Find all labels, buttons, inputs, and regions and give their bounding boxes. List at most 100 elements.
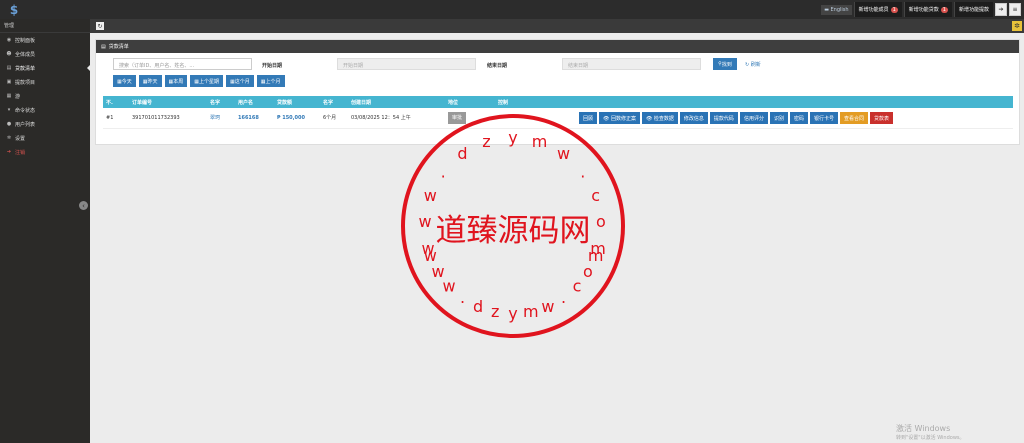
withdraw-code-button[interactable]: 提款代码 (709, 111, 738, 124)
stamp-letter: z (491, 302, 499, 321)
windows-activation-watermark: 激活 Windows 转到"设置"以激活 Windows。 (896, 424, 965, 441)
col-username: 用户名 (235, 96, 274, 108)
range-this-week-button[interactable]: ▦本周 (164, 75, 188, 87)
col-amount: 贷款额 (274, 96, 320, 108)
stamp-letter: d (473, 297, 483, 316)
sidebar-item-withdrawals[interactable]: ▣ 提款项目 (0, 75, 90, 89)
table-icon: ▤ (101, 43, 106, 50)
stamp-letter: . (580, 162, 585, 181)
end-date-input[interactable]: 结束日期 (562, 58, 701, 70)
sidebar-item-games[interactable]: ▦ 游 (0, 89, 90, 103)
notification-badge: 1 (890, 6, 898, 13)
sidebar-item-users[interactable]: ● 用户列表 (0, 117, 90, 131)
refresh-icon[interactable]: ↻ (96, 22, 104, 30)
sub-toolbar: ↻ ✲ (90, 19, 1024, 33)
stamp-letter: o (596, 212, 606, 231)
stamp-letter: m (588, 246, 604, 265)
user-icon: ● (6, 121, 12, 127)
stamp-letter: w (419, 212, 432, 231)
start-date-label: 开始日期 (262, 63, 283, 69)
search-input[interactable]: 搜索（订单ID、用户名、姓名、... (113, 58, 252, 70)
app-logo-icon[interactable]: $ (2, 0, 26, 19)
dashboard-icon: ◉ (6, 37, 12, 43)
stamp-letter: m (523, 302, 539, 321)
stamp-center-text: 道臻源码网 (436, 213, 591, 249)
stamp-letter: z (482, 132, 490, 151)
sidebar-item-members[interactable]: ☻ 全体成员 (0, 47, 90, 61)
notification-badge: 1 (940, 6, 948, 13)
col-controls: 控制 (495, 96, 1013, 108)
sidebar-item-logout[interactable]: ➔ 注销 (0, 145, 90, 159)
end-date-label: 结束日期 (487, 63, 508, 69)
stamp-letter: y (508, 128, 517, 147)
stamp-letter: w (424, 186, 437, 205)
users-icon: ☻ (6, 51, 12, 57)
col-order-id: 订单编号 (129, 96, 207, 108)
sidebar-item-dashboard[interactable]: ◉ 控制面板 (0, 33, 90, 47)
feature-withdraw-button[interactable]: 新增功能提款 (953, 2, 993, 17)
edit-info-button[interactable]: 修改信息 (679, 111, 708, 124)
password-button[interactable]: 密码 (789, 111, 808, 124)
stamp-letter: y (508, 304, 517, 323)
range-last-week-button[interactable]: ▦上个星期 (190, 75, 223, 87)
panel-title: 贷款清单 (108, 44, 129, 50)
feature-members-button[interactable]: 新增功能成员 1 (853, 2, 902, 17)
cell-order-id: 391701011732393 (129, 108, 207, 129)
settings-gear-icon[interactable]: ✲ (1012, 21, 1022, 31)
stamp-letter: . (561, 288, 566, 307)
sidebar-item-settings[interactable]: ✲ 设置 (0, 131, 90, 145)
collapse-sidebar-icon[interactable]: ‹ (79, 201, 88, 210)
stamp-letter: m (532, 132, 548, 151)
cell-username[interactable]: 166168 (235, 108, 274, 129)
money-icon: ▣ (6, 79, 12, 85)
panel-header: ▤ 贷款清单 (96, 40, 1019, 53)
col-status: 地位 (445, 96, 495, 108)
top-right-controls: ▬ English 新增功能成员 1 新增功能贷款 1 新增功能提款 ➔ ≡ (821, 0, 1024, 19)
check-data-button[interactable]: 👁 检查数据 (641, 111, 678, 124)
stamp-letter: d (457, 144, 467, 163)
cell-amount: ₱ 150,000 (274, 108, 320, 129)
sidebar: 管理 ◉ 控制面板 ☻ 全体成员 ▤ 贷款清单 ▣ 提款项目 ▦ 游 ▾ 命令状态 ● 用户列… (0, 19, 90, 443)
top-bar: $ ▬ English 新增功能成员 1 新增功能贷款 1 新增功能提款 ➔ ≡ (0, 0, 1024, 19)
stamp-bottom-letters: www. d z y m w .com (424, 246, 604, 323)
range-this-month-button[interactable]: ▦这个月 (226, 75, 254, 87)
stamp-letter: w (442, 276, 455, 295)
sidebar-header: 管理 (0, 19, 90, 33)
cell-term: 6个月 (320, 108, 348, 129)
sidebar-item-orders[interactable]: ▾ 命令状态 (0, 103, 90, 117)
credit-score-button[interactable]: 信用评分 (739, 111, 768, 124)
loan-form-button[interactable]: 贷款表 (870, 111, 894, 124)
range-last-month-button[interactable]: ▦上个月 (256, 75, 285, 87)
col-term: 名字 (320, 96, 348, 108)
cell-name[interactable]: 翠珂 (207, 108, 235, 129)
date-range-buttons: ▦今天 ▦昨天 ▦本周 ▦上个星期 ▦这个月 ▦上个月 (113, 75, 285, 87)
stamp-letter: w (557, 144, 570, 163)
sidebar-item-loans[interactable]: ▤ 贷款清单 (0, 61, 90, 75)
feature-loans-button[interactable]: 新增功能贷款 1 (903, 2, 952, 17)
col-name: 名字 (207, 96, 235, 108)
stamp-letter: c (573, 276, 582, 295)
logout-icon[interactable]: ➔ (995, 3, 1007, 16)
cell-no: #1 (103, 108, 129, 129)
bank-card-button[interactable]: 银行卡号 (809, 111, 838, 124)
grid-icon: ▦ (6, 93, 12, 99)
language-selector[interactable]: ▬ English (821, 4, 852, 15)
logout-icon: ➔ (6, 149, 12, 155)
range-today-button[interactable]: ▦今天 (113, 75, 136, 87)
col-no: 不. (103, 96, 129, 108)
gear-icon: ✲ (6, 135, 12, 141)
list-icon: ▤ (6, 65, 12, 71)
stamp-letter: c (591, 186, 600, 205)
col-created: 创建日期 (348, 96, 445, 108)
range-yesterday-button[interactable]: ▦昨天 (138, 75, 162, 87)
stamp-letter: . (460, 288, 465, 307)
view-contract-button[interactable]: 查看合同 (840, 111, 869, 124)
reset-link[interactable]: ↻ 刷新 (745, 61, 761, 68)
identify-button[interactable]: 识别 (769, 111, 788, 124)
table-header-row: 不. 订单编号 名字 用户名 贷款额 名字 创建日期 地位 控制 (103, 96, 1013, 108)
find-button[interactable]: ⚲ 找到 (713, 58, 737, 70)
start-date-input[interactable]: 开始日期 (337, 58, 476, 70)
menu-icon[interactable]: ≡ (1009, 3, 1021, 16)
cart-icon: ▾ (7, 107, 11, 113)
watermark-stamp: 道臻源码网 www.dz y mw.com www. d z y m w .com (401, 114, 625, 338)
